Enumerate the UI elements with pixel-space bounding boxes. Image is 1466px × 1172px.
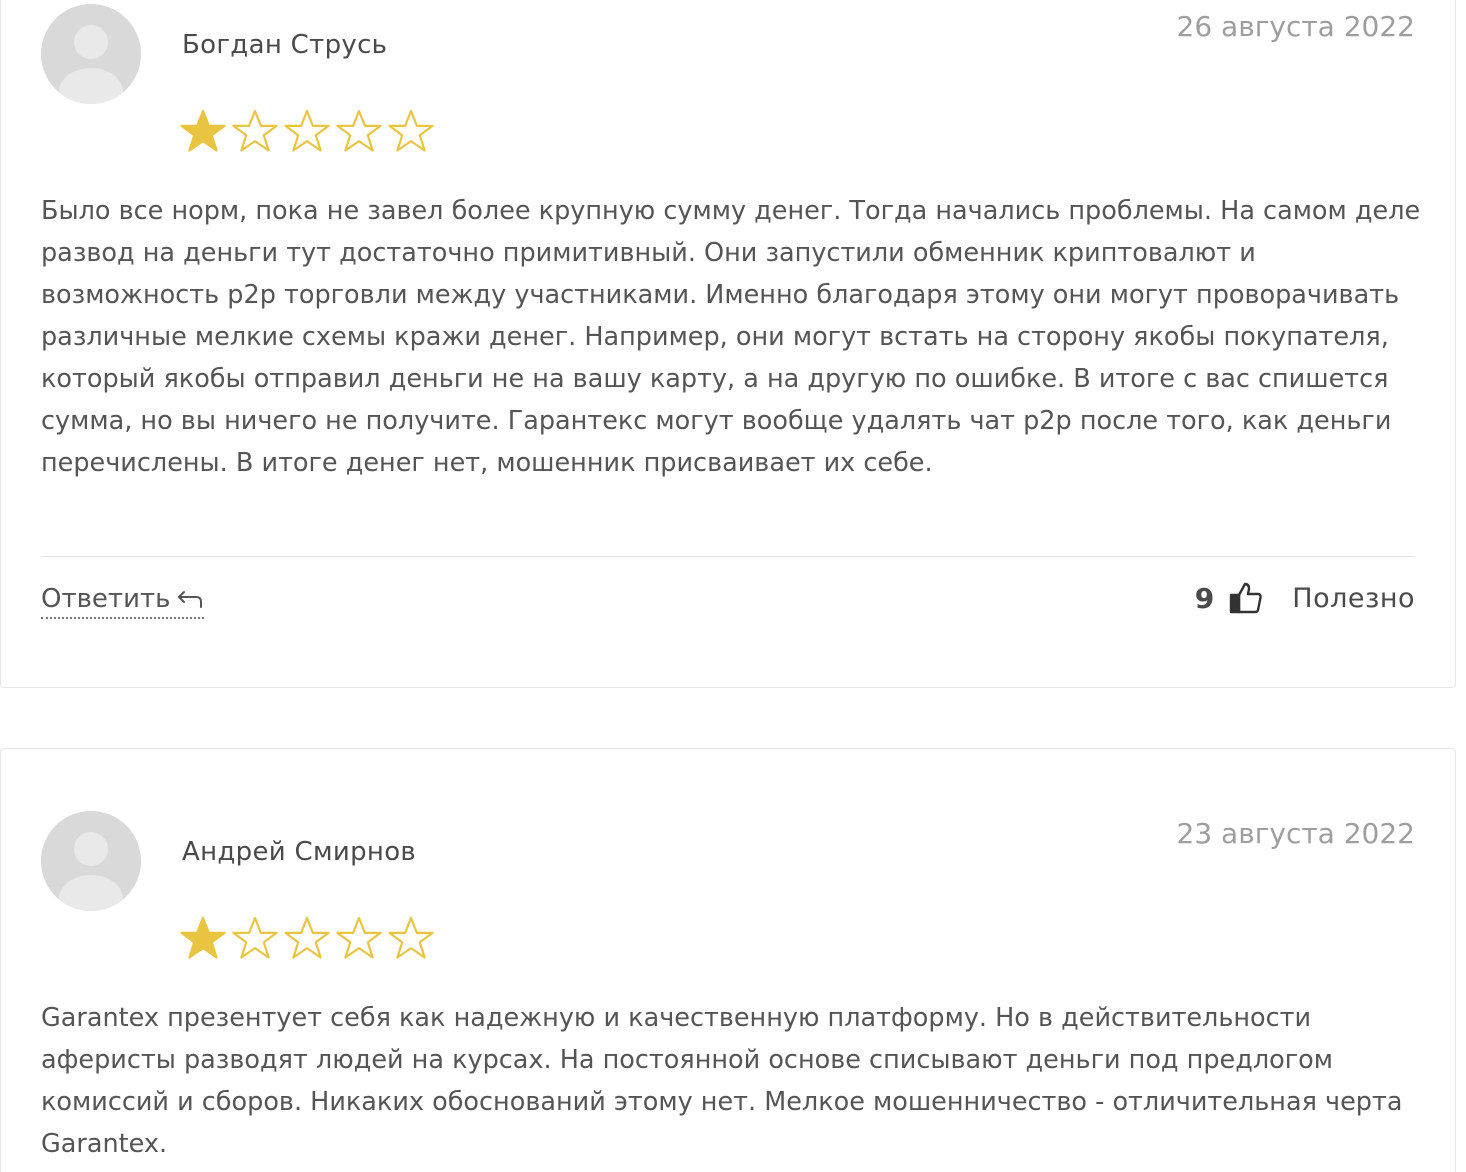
- star-empty-icon: [336, 916, 382, 959]
- thumbs-up-icon[interactable]: [1228, 580, 1264, 616]
- useful-block: 9 Полезно: [1195, 580, 1415, 616]
- review-card: Богдан Струсь 26 августа 2022 Было все н…: [0, 0, 1456, 688]
- review-author: Андрей Смирнов: [182, 837, 417, 867]
- avatar: [41, 811, 141, 911]
- user-silhouette-icon: [41, 4, 141, 104]
- review-card: Андрей Смирнов 23 августа 2022 Garantex …: [0, 748, 1456, 1172]
- divider: [41, 556, 1415, 557]
- star-empty-icon: [388, 109, 434, 152]
- review-date: 23 августа 2022: [1176, 817, 1416, 850]
- star-filled-icon: [180, 109, 226, 152]
- star-rating: [179, 915, 435, 963]
- useful-button[interactable]: Полезно: [1292, 583, 1415, 614]
- user-silhouette-icon: [41, 811, 141, 911]
- review-text: Было все норм, пока не завел более крупн…: [41, 196, 1421, 478]
- avatar: [41, 4, 141, 104]
- reply-button[interactable]: Ответить: [41, 584, 205, 619]
- star-empty-icon: [336, 109, 382, 152]
- star-empty-icon: [388, 916, 434, 959]
- useful-count: 9: [1194, 581, 1215, 615]
- star-empty-icon: [284, 916, 330, 959]
- reply-arrow-icon: [178, 591, 203, 608]
- review-date: 26 августа 2022: [1176, 10, 1416, 43]
- review-author: Богдан Струсь: [182, 30, 388, 60]
- star-empty-icon: [232, 109, 278, 152]
- star-filled-icon: [180, 916, 226, 959]
- review-text: Garantex презентует себя как надежную и …: [41, 1003, 1403, 1159]
- star-empty-icon: [284, 109, 330, 152]
- star-empty-icon: [232, 916, 278, 959]
- reply-label: Ответить: [41, 584, 171, 614]
- star-rating: [179, 108, 435, 156]
